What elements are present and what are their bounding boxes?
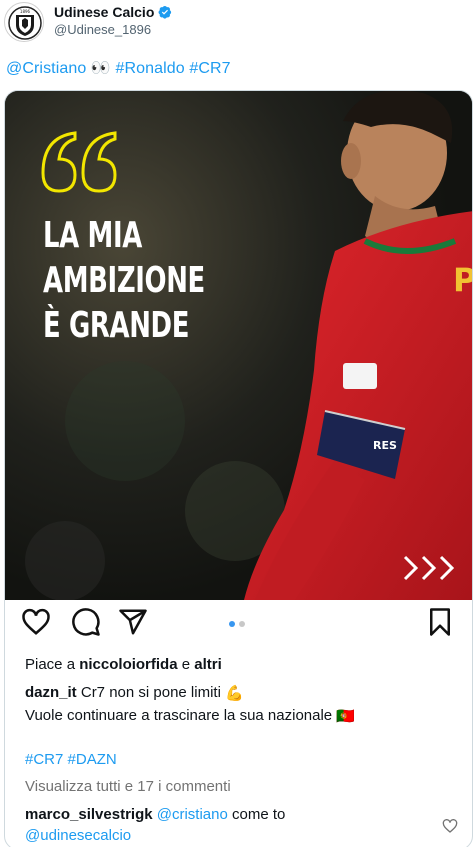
likes-line: Piace a niccoloiorfida e altri [25, 656, 222, 673]
carousel-dot-active [229, 621, 235, 627]
post-actions [5, 607, 472, 643]
likes-joiner: e [181, 656, 191, 673]
udinese-logo-avatar[interactable]: 1896 [4, 2, 44, 42]
caption-line-1: dazn_it Cr7 non si pone limiti 💪 [25, 684, 244, 702]
heart-icon[interactable] [21, 607, 51, 637]
comment-icon[interactable] [71, 607, 101, 637]
caption-hashtags[interactable]: #CR7 #DAZN [25, 751, 117, 768]
tweet-text: @Cristiano 👀 #Ronaldo #CR7 [6, 58, 231, 78]
carousel-dots [229, 621, 245, 627]
comment-mention-2[interactable]: @udinesecalcio [25, 827, 131, 844]
instagram-post-card[interactable]: RES P LA MIA AMBIZIONE È GRANDE [4, 90, 473, 847]
liker-username[interactable]: niccoloiorfida [79, 656, 177, 673]
quote-line: AMBIZIONE [43, 260, 205, 301]
verified-badge-icon [158, 5, 172, 19]
display-name[interactable]: Udinese Calcio [54, 4, 154, 20]
mention-link[interactable]: @Cristiano [6, 60, 86, 77]
post-photo[interactable]: RES P LA MIA AMBIZIONE È GRANDE [5, 91, 473, 600]
comment-like-icon[interactable] [442, 818, 458, 834]
jersey-letter: P [453, 261, 473, 299]
user-handle[interactable]: @Udinese_1896 [54, 22, 151, 37]
likes-prefix: Piace a [25, 656, 76, 673]
svg-text:1896: 1896 [20, 9, 31, 14]
hashtag-links[interactable]: #Ronaldo #CR7 [116, 60, 231, 77]
comment-text: come to [232, 806, 286, 823]
carousel-next-icon[interactable] [401, 553, 461, 583]
caption-text-2: Vuole continuare a trascinare la sua naz… [25, 707, 333, 724]
carousel-dot [239, 621, 245, 627]
caption-username[interactable]: dazn_it [25, 684, 77, 701]
comment-line-1: marco_silvestrigk @cristiano come to [25, 806, 285, 823]
portugal-flag-emoji: 🇵🇹 [336, 708, 356, 726]
caption-text-1: Cr7 non si pone limiti [80, 684, 221, 701]
quote-text: LA MIA AMBIZIONE È GRANDE [43, 213, 205, 348]
comment-mention[interactable]: @cristiano [157, 806, 228, 823]
quote-line: È GRANDE [43, 305, 190, 346]
likes-others-link[interactable]: altri [194, 656, 222, 673]
bookmark-icon[interactable] [425, 607, 455, 637]
eyes-emoji: 👀 [90, 60, 111, 77]
comment-username[interactable]: marco_silvestrigk [25, 806, 153, 823]
flexed-biceps-emoji: 💪 [225, 685, 244, 703]
tweet-header: 1896 Udinese Calcio @Udinese_1896 [0, 0, 474, 52]
quote-line: LA MIA [43, 215, 142, 256]
svg-text:RES: RES [373, 439, 397, 452]
caption-line-2: Vuole continuare a trascinare la sua naz… [25, 707, 355, 725]
share-icon[interactable] [118, 607, 148, 637]
view-all-comments-link[interactable]: Visualizza tutti e 17 i commenti [25, 778, 231, 795]
